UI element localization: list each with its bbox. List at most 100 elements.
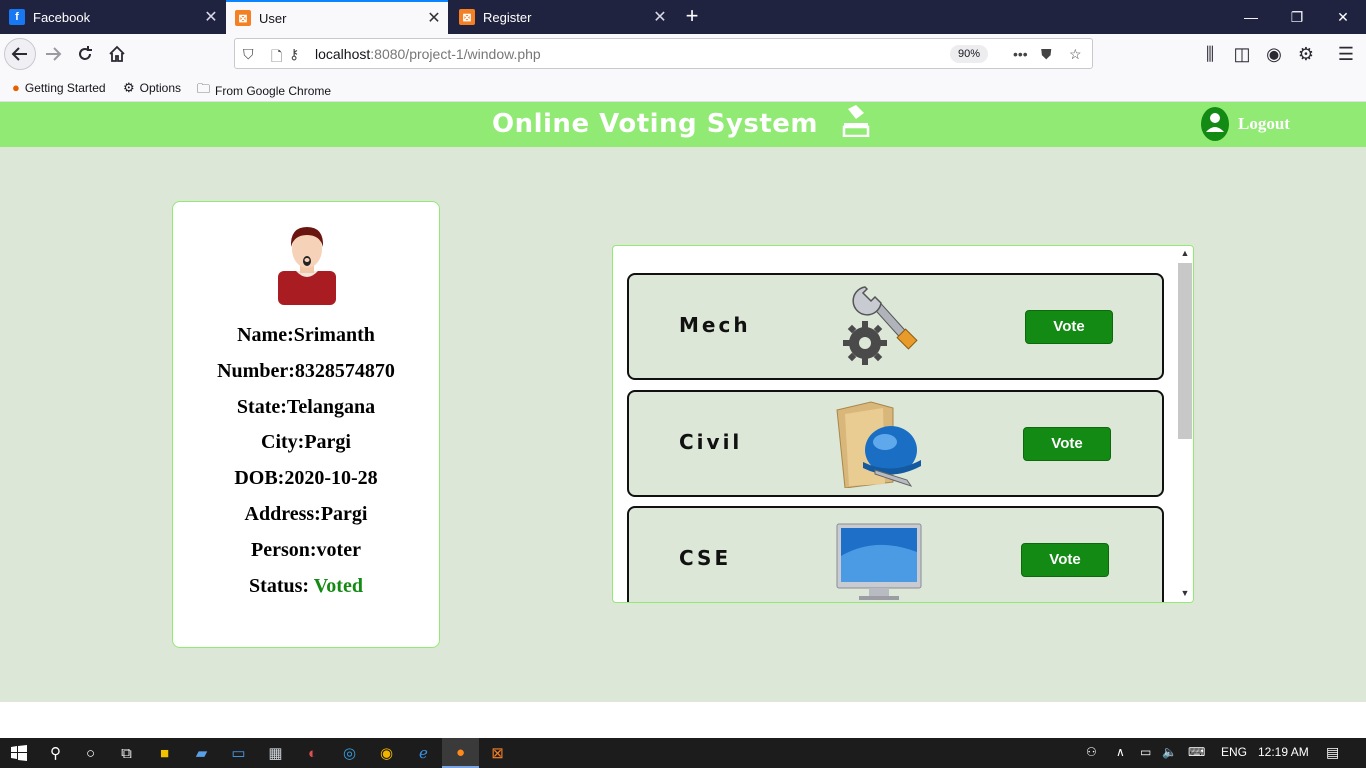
language-indicator[interactable]: ENG (1221, 745, 1247, 759)
voter-address: Address:Pargi (244, 502, 368, 525)
clock[interactable]: 12:19 AM (1258, 745, 1309, 759)
people-icon[interactable]: ⚇ (1086, 745, 1097, 759)
facebook-icon: f (9, 9, 25, 25)
navigation-bar: ⛉ 🗋 ⚷ localhost:8080/project-1/window.ph… (0, 34, 1366, 74)
chrome-icon[interactable]: ◉ (368, 738, 405, 768)
firefox-icon: ● (12, 80, 20, 95)
minimize-icon[interactable]: — (1228, 0, 1274, 34)
candidate-name: Civil (679, 430, 743, 454)
scroll-down-icon[interactable]: ▼ (1179, 588, 1191, 598)
voter-city: City:Pargi (261, 431, 351, 454)
close-tab-icon[interactable]: ✕ (420, 8, 448, 28)
bookmark-getting-started[interactable]: ● Getting Started (12, 80, 106, 95)
notification-icon[interactable]: ▤ (1326, 744, 1339, 761)
forward-arrow-icon (46, 47, 62, 61)
sidebar-icon[interactable]: ◫ (1226, 38, 1258, 70)
internet-explorer-icon[interactable]: ℯ (405, 738, 442, 768)
menu-icon[interactable]: ☰ (1330, 38, 1362, 70)
library-icon[interactable]: ⫼ (1194, 38, 1226, 70)
shield-icon[interactable]: ⛉ (243, 46, 254, 63)
vote-button-mech[interactable]: Vote (1025, 310, 1113, 344)
key-icon[interactable]: ⚷ (289, 46, 299, 63)
page-icon: 🗋 (271, 48, 283, 64)
windows-logo-icon (10, 745, 27, 761)
voter-dob: DOB:2020-10-28 (234, 467, 378, 490)
voter-role: Person:voter (251, 538, 361, 561)
address-bar[interactable]: ⛉ 🗋 ⚷ localhost:8080/project-1/window.ph… (234, 38, 1093, 69)
candidate-name: CSE (679, 546, 732, 570)
desktop-icon[interactable]: ▭ (220, 738, 257, 768)
forward-button[interactable] (37, 38, 69, 70)
volume-icon[interactable]: 🔈 (1162, 745, 1177, 759)
keyboard-icon[interactable]: ⌨ (1188, 745, 1205, 759)
chevron-up-icon[interactable]: ∧ (1116, 745, 1125, 759)
task-view-icon[interactable]: ⧉ (108, 738, 145, 768)
logout-button[interactable]: Logout (1201, 106, 1290, 142)
home-button[interactable] (101, 38, 133, 70)
home-icon (109, 45, 125, 62)
vote-button-cse[interactable]: Vote (1021, 543, 1109, 577)
chat-icon[interactable]: ▰ (183, 738, 220, 768)
profile-card: Name:Srimanth Number:8328574870 State:Te… (172, 201, 440, 648)
xampp-icon: ⊠ (459, 9, 475, 25)
gear-icon: ⚙ (123, 80, 135, 95)
site-title: Online Voting System (492, 109, 819, 139)
vote-button-civil[interactable]: Vote (1023, 427, 1111, 461)
tab-register[interactable]: ⊠ Register ✕ (450, 0, 674, 34)
voter-status: Status: Voted (173, 569, 439, 605)
sticky-notes-icon[interactable]: ■ (146, 738, 183, 768)
candidate-list[interactable]: Mech Vote Civil Vote CSE Vote ▲ ▼ (612, 245, 1194, 603)
voter-info: Name:Srimanth Number:8328574870 State:Te… (173, 318, 439, 604)
close-tab-icon[interactable]: ✕ (646, 7, 674, 27)
reload-icon (79, 46, 92, 60)
main-content: Name:Srimanth Number:8328574870 State:Te… (0, 147, 1366, 702)
account-icon[interactable]: ◉ (1258, 38, 1290, 70)
pocket-icon[interactable]: ⛊ (1041, 46, 1052, 63)
candidate-card: Mech Vote (627, 273, 1164, 380)
ballot-box-icon (842, 105, 870, 137)
folder-icon: 🗀 (197, 81, 211, 96)
url-host: localhost (315, 46, 371, 62)
url-text[interactable]: localhost:8080/project-1/window.php (315, 46, 541, 62)
tab-user[interactable]: ⊠ User ✕ (226, 0, 448, 34)
bookmark-label: Getting Started (24, 80, 106, 95)
windows-start-icon[interactable] (0, 738, 37, 768)
scroll-up-icon[interactable]: ▲ (1179, 248, 1191, 258)
close-tab-icon[interactable]: ✕ (197, 7, 225, 27)
user-icon (1201, 107, 1229, 141)
tab-facebook[interactable]: f Facebook ✕ (0, 0, 225, 34)
avatar (278, 227, 336, 305)
voter-name: Name:Srimanth (237, 324, 375, 346)
candidate-card: Civil Vote (627, 390, 1164, 497)
firefox-taskbar-icon[interactable]: ● (442, 738, 479, 768)
edge-icon[interactable]: ◎ (331, 738, 368, 768)
monitor-icon (836, 523, 922, 600)
zoom-level-badge[interactable]: 90% (950, 45, 988, 63)
xampp-taskbar-icon[interactable]: ⊠ (479, 738, 516, 768)
close-window-icon[interactable]: ✕ (1320, 0, 1366, 34)
restore-icon[interactable]: ❐ (1274, 0, 1320, 34)
more-actions-icon[interactable]: ••• (1013, 46, 1028, 62)
cortana-icon[interactable]: ○ (72, 738, 109, 768)
scrollbar-thumb[interactable] (1178, 263, 1192, 439)
search-icon[interactable]: ⚲ (37, 738, 74, 768)
paint-icon[interactable]: ◐ (294, 738, 331, 768)
battery-icon[interactable]: ▭ (1140, 745, 1151, 759)
reload-button[interactable] (69, 38, 101, 70)
extension-icon[interactable]: ⚙ (1290, 38, 1322, 70)
bookmarks-bar: ● Getting Started ⚙ Options 🗀 From Googl… (0, 74, 1366, 102)
bookmark-folder-chrome[interactable]: 🗀 From Google Chrome (197, 80, 331, 102)
candidate-card: CSE Vote (627, 506, 1164, 602)
logout-label: Logout (1238, 114, 1290, 133)
bookmark-options[interactable]: ⚙ Options (123, 80, 181, 96)
tab-label: Facebook (33, 9, 91, 25)
bookmark-star-icon[interactable]: ☆ (1069, 46, 1082, 63)
back-button[interactable] (4, 38, 36, 70)
status-badge: Voted (313, 574, 363, 597)
web-page: Online Voting System Logout Name:Srimant… (0, 102, 1366, 738)
calculator-icon[interactable]: ▦ (257, 738, 294, 768)
tab-label: User (259, 10, 287, 26)
bookmark-label: From Google Chrome (215, 84, 332, 98)
back-arrow-icon (11, 47, 27, 61)
new-tab-button[interactable]: + (680, 4, 704, 30)
